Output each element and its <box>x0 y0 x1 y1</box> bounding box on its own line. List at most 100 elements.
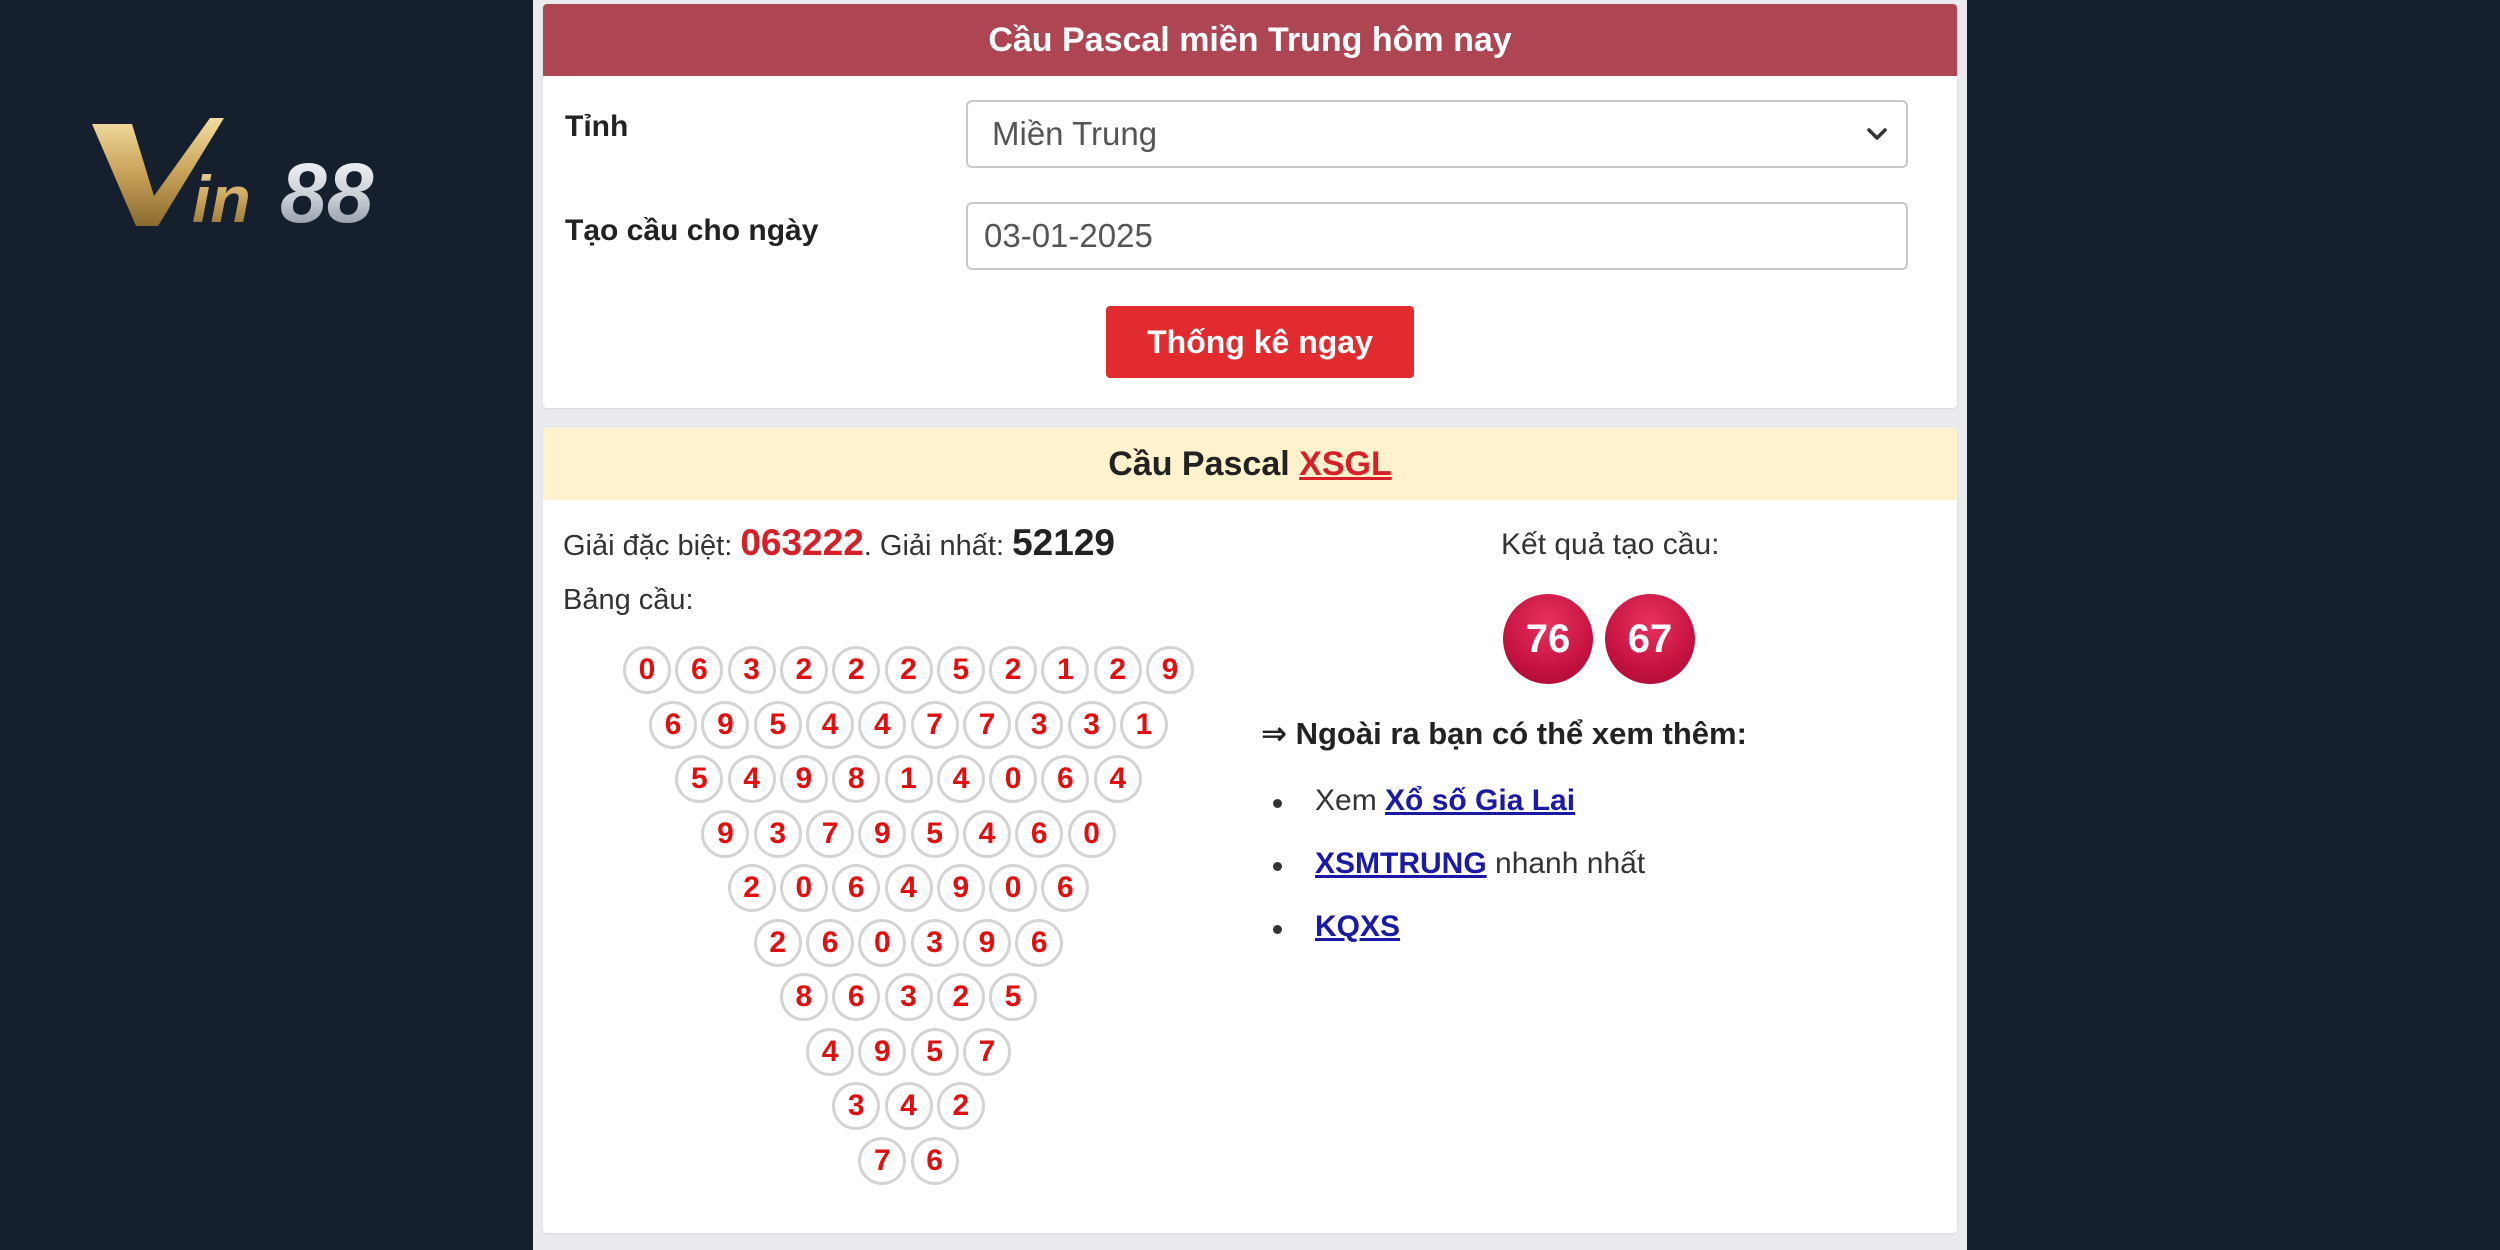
triangle-digit: 6 <box>649 700 698 749</box>
list-item: Xem Xổ số Gia Lai <box>1273 784 1645 847</box>
triangle-digit: 4 <box>884 1082 933 1130</box>
triangle-digit: 5 <box>989 973 1038 1021</box>
special-prize-label: Giải đặc biệt: <box>563 530 733 562</box>
outcome-ball: 67 <box>1605 594 1695 684</box>
triangle-digit: 3 <box>727 646 776 694</box>
triangle-digit: 7 <box>962 700 1011 749</box>
triangle-digit: 4 <box>806 1027 855 1076</box>
triangle-digit: 0 <box>989 755 1038 803</box>
province-label: Tỉnh <box>565 110 629 143</box>
main-column: Cầu Pascal miền Trung hôm nay Tỉnh Miền … <box>533 0 1967 1250</box>
bullet-icon <box>1273 799 1282 808</box>
triangle-digit: 6 <box>1015 809 1064 858</box>
triangle-digit: 6 <box>1015 918 1064 967</box>
triangle-digit: 0 <box>858 918 907 967</box>
thong-ke-button[interactable]: Thống kê ngay <box>1106 306 1414 378</box>
triangle-digit: 4 <box>858 700 907 749</box>
list-item-prefix: Xem <box>1315 784 1386 817</box>
triangle-digit: 3 <box>832 1082 881 1130</box>
bullet-icon <box>1273 925 1282 934</box>
triangle-digit: 6 <box>910 1136 959 1185</box>
triangle-digit: 6 <box>832 973 881 1021</box>
triangle-digit: 8 <box>779 973 828 1021</box>
triangle-digit: 5 <box>910 1027 959 1076</box>
xsgl-link[interactable]: XSGL <box>1299 445 1392 483</box>
triangle-digit: 3 <box>753 809 802 858</box>
pascal-result-card: Cầu Pascal XSGL Giải đặc biệt: 063222. G… <box>543 428 1957 1233</box>
triangle-digit: 4 <box>727 755 776 803</box>
date-field[interactable] <box>966 202 1908 270</box>
triangle-digit: 9 <box>701 700 750 749</box>
triangle-digit: 2 <box>727 864 776 912</box>
triangle-digit: 2 <box>832 646 881 694</box>
triangle-digit: 6 <box>806 918 855 967</box>
xo-so-gia-lai-link[interactable]: Xổ số Gia Lai <box>1385 784 1575 817</box>
triangle-digit: 0 <box>779 864 828 912</box>
result-title-prefix: Cầu Pascal <box>1108 445 1290 483</box>
bullet-icon <box>1273 862 1282 871</box>
triangle-digit: 5 <box>936 646 985 694</box>
triangle-digit: 9 <box>1146 646 1194 694</box>
triangle-digit: 2 <box>779 646 828 694</box>
pascal-form-card: Cầu Pascal miền Trung hôm nay Tỉnh Miền … <box>543 4 1957 408</box>
triangle-digit: 1 <box>884 755 933 803</box>
triangle-digit: 5 <box>675 755 724 803</box>
province-select[interactable]: Miền Trung <box>966 100 1908 168</box>
date-label: Tạo cầu cho ngày <box>565 214 819 247</box>
triangle-digit: 8 <box>832 755 881 803</box>
list-item: KQXS <box>1273 910 1645 973</box>
kqxs-link[interactable]: KQXS <box>1315 910 1400 943</box>
triangle-digit: 1 <box>1041 646 1090 694</box>
list-item-suffix: nhanh nhất <box>1486 847 1646 880</box>
triangle-digit: 2 <box>936 1082 985 1130</box>
triangle-digit: 4 <box>1093 755 1142 803</box>
triangle-digit: 6 <box>1041 755 1090 803</box>
triangle-digit: 9 <box>858 809 907 858</box>
triangle-digit: 6 <box>1041 864 1090 912</box>
triangle-digit: 5 <box>910 809 959 858</box>
triangle-digit: 7 <box>962 1027 1011 1076</box>
outcome-ball: 76 <box>1503 594 1593 684</box>
province-select-value: Miền Trung <box>992 115 1158 152</box>
vin88-logo: in 88 <box>92 118 374 234</box>
triangle-digit: 9 <box>701 809 750 858</box>
triangle-digit: 3 <box>910 918 959 967</box>
triangle-digit: 4 <box>884 864 933 912</box>
bang-cau-label: Bảng cầu: <box>563 584 694 616</box>
triangle-digit: 5 <box>753 700 802 749</box>
triangle-digit: 0 <box>989 864 1038 912</box>
chevron-down-icon <box>1867 128 1887 140</box>
outcome-label: Kết quả tạo cầu: <box>1501 528 1720 561</box>
triangle-digit: 4 <box>806 700 855 749</box>
triangle-digit: 6 <box>832 864 881 912</box>
triangle-digit: 9 <box>962 918 1011 967</box>
xsmtrung-link[interactable]: XSMTRUNG <box>1315 847 1487 880</box>
prize-line: Giải đặc biệt: 063222. Giải nhất: 52129 <box>563 522 1115 564</box>
result-title: Cầu Pascal XSGL <box>543 428 1957 500</box>
pascal-triangle: 0632225212969544773315498140649379546020… <box>623 646 1203 1206</box>
svg-text:in: in <box>192 162 251 234</box>
triangle-digit: 2 <box>1093 646 1142 694</box>
triangle-digit: 4 <box>936 755 985 803</box>
triangle-digit: 9 <box>858 1027 907 1076</box>
triangle-digit: 2 <box>989 646 1038 694</box>
triangle-digit: 7 <box>910 700 959 749</box>
form-title: Cầu Pascal miền Trung hôm nay <box>543 4 1957 76</box>
svg-text:88: 88 <box>280 146 374 234</box>
more-links-list: Xem Xổ số Gia Lai XSMTRUNG nhanh nhất KQ… <box>1273 784 1646 973</box>
triangle-digit: 9 <box>936 864 985 912</box>
list-item: XSMTRUNG nhanh nhất <box>1273 847 1646 910</box>
triangle-digit: 0 <box>1067 809 1116 858</box>
triangle-digit: 3 <box>1067 700 1116 749</box>
triangle-digit: 2 <box>884 646 933 694</box>
triangle-digit: 7 <box>806 809 855 858</box>
first-prize-value: 52129 <box>1012 522 1115 563</box>
more-heading: ⇒ Ngoài ra bạn có thể xem thêm: <box>1261 716 1747 751</box>
triangle-digit: 2 <box>936 973 985 1021</box>
date-input[interactable] <box>968 217 1906 255</box>
triangle-digit: 9 <box>779 755 828 803</box>
triangle-digit: 7 <box>858 1136 907 1185</box>
triangle-digit: 6 <box>675 646 724 694</box>
triangle-digit: 4 <box>962 809 1011 858</box>
triangle-digit: 3 <box>884 973 933 1021</box>
